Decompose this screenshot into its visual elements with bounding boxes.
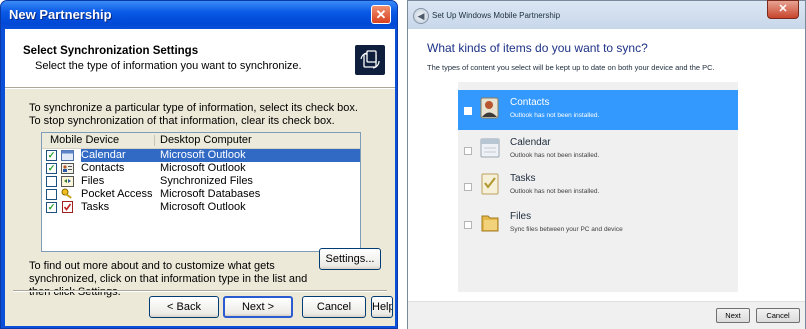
item-description: Sync files between your PC and device	[510, 226, 623, 233]
new-partnership-dialog: New Partnership ✕ Select Synchronization…	[0, 0, 398, 329]
sync-items-list[interactable]: Mobile Device Desktop Computer ✓ Calenda…	[41, 132, 361, 252]
checkbox-calendar[interactable]	[464, 147, 472, 155]
item-description: Outlook has not been installed.	[510, 112, 600, 119]
item-description: Outlook has not been installed.	[510, 152, 600, 159]
item-description: Outlook has not been installed.	[510, 188, 600, 195]
cancel-button[interactable]: Cancel	[756, 308, 800, 323]
header-subtitle: Select the type of information you want …	[35, 60, 302, 72]
title-bar[interactable]: ◀ Set Up Windows Mobile Partnership ✕	[408, 0, 805, 29]
item-app: Microsoft Outlook	[160, 201, 246, 213]
column-header-desktop-computer[interactable]: Desktop Computer	[160, 134, 252, 146]
setup-partnership-window: ◀ Set Up Windows Mobile Partnership ✕ Wh…	[407, 0, 806, 329]
pocket-access-icon	[61, 188, 74, 200]
checkbox-calendar[interactable]: ✓	[46, 150, 57, 161]
column-divider[interactable]	[154, 135, 155, 146]
checkbox-tasks[interactable]	[464, 183, 472, 191]
list-item[interactable]: Files Sync files between your PC and dev…	[458, 204, 738, 244]
footer-bar: Next Cancel	[408, 301, 805, 329]
sync-icon	[355, 45, 385, 75]
item-app: Microsoft Outlook	[160, 149, 246, 161]
list-item[interactable]: ✓ Calendar Microsoft Outlook	[42, 149, 360, 162]
item-name: Contacts	[81, 162, 125, 174]
list-item[interactable]: Calendar Outlook has not been installed.	[458, 130, 738, 170]
close-button[interactable]: ✕	[767, 0, 799, 19]
checkbox-files[interactable]	[464, 221, 472, 229]
contacts-icon	[479, 96, 501, 120]
list-item[interactable]: ✓ Contacts Microsoft Outlook	[42, 162, 360, 175]
settings-button[interactable]: Settings...	[319, 248, 381, 270]
page-heading: What kinds of items do you want to sync?	[427, 41, 648, 55]
checkbox-contacts[interactable]	[464, 107, 472, 115]
close-button[interactable]: ✕	[371, 5, 391, 24]
help-button[interactable]: Help	[371, 296, 393, 318]
header-divider	[5, 88, 395, 89]
checkbox-tasks[interactable]: ✓	[46, 202, 57, 213]
column-header-mobile-device[interactable]: Mobile Device	[50, 134, 119, 146]
header-title: Select Synchronization Settings	[23, 45, 199, 57]
cancel-button[interactable]: Cancel	[302, 296, 366, 318]
next-button[interactable]: Next	[716, 308, 750, 323]
footer-divider	[13, 290, 387, 292]
list-header: Mobile Device Desktop Computer	[42, 133, 360, 149]
list-item[interactable]: Contacts Outlook has not been installed.	[458, 90, 738, 130]
folder-icon	[479, 210, 501, 234]
item-name: Files	[81, 175, 105, 187]
checkbox-files[interactable]	[46, 176, 57, 187]
item-app: Microsoft Databases	[160, 188, 261, 200]
item-app: Synchronized Files	[160, 175, 253, 187]
checkbox-contacts[interactable]: ✓	[46, 163, 57, 174]
wizard-header: Select Synchronization Settings Select t…	[5, 29, 395, 88]
back-arrow-icon[interactable]: ◀	[413, 8, 429, 24]
item-name: Calendar	[81, 149, 126, 161]
list-item[interactable]: Pocket Access Microsoft Databases	[42, 188, 360, 201]
window-title: Set Up Windows Mobile Partnership	[432, 11, 561, 20]
instructions-text: To synchronize a particular type of info…	[29, 102, 358, 127]
list-item[interactable]: ✓ Tasks Microsoft Outlook	[42, 201, 360, 214]
list-item[interactable]: Tasks Outlook has not been installed.	[458, 166, 738, 206]
item-app: Microsoft Outlook	[160, 162, 246, 174]
item-name: Tasks	[81, 201, 110, 213]
calendar-icon	[479, 136, 501, 160]
next-button[interactable]: Next >	[223, 296, 293, 318]
contacts-icon	[61, 162, 74, 174]
title-bar[interactable]: New Partnership ✕	[1, 1, 397, 29]
item-name: Tasks	[510, 173, 536, 184]
dialog-body: Select Synchronization Settings Select t…	[5, 29, 395, 326]
item-name: Contacts	[510, 97, 550, 108]
checkbox-pocket-access[interactable]	[46, 189, 57, 200]
sync-items-list[interactable]: Contacts Outlook has not been installed.…	[458, 82, 738, 292]
page-description: The types of content you select will be …	[427, 63, 715, 72]
back-button[interactable]: < Back	[149, 296, 219, 318]
window-title: New Partnership	[9, 7, 112, 22]
item-name: Files	[510, 211, 532, 222]
calendar-icon	[61, 149, 74, 161]
item-name: Calendar	[510, 137, 551, 148]
item-name: Pocket Access	[81, 188, 153, 200]
list-item[interactable]: Files Synchronized Files	[42, 175, 360, 188]
files-icon	[61, 175, 74, 187]
tasks-icon	[479, 172, 501, 196]
customize-help-text: To find out more about and to customize …	[29, 260, 308, 298]
tasks-icon	[61, 201, 74, 213]
